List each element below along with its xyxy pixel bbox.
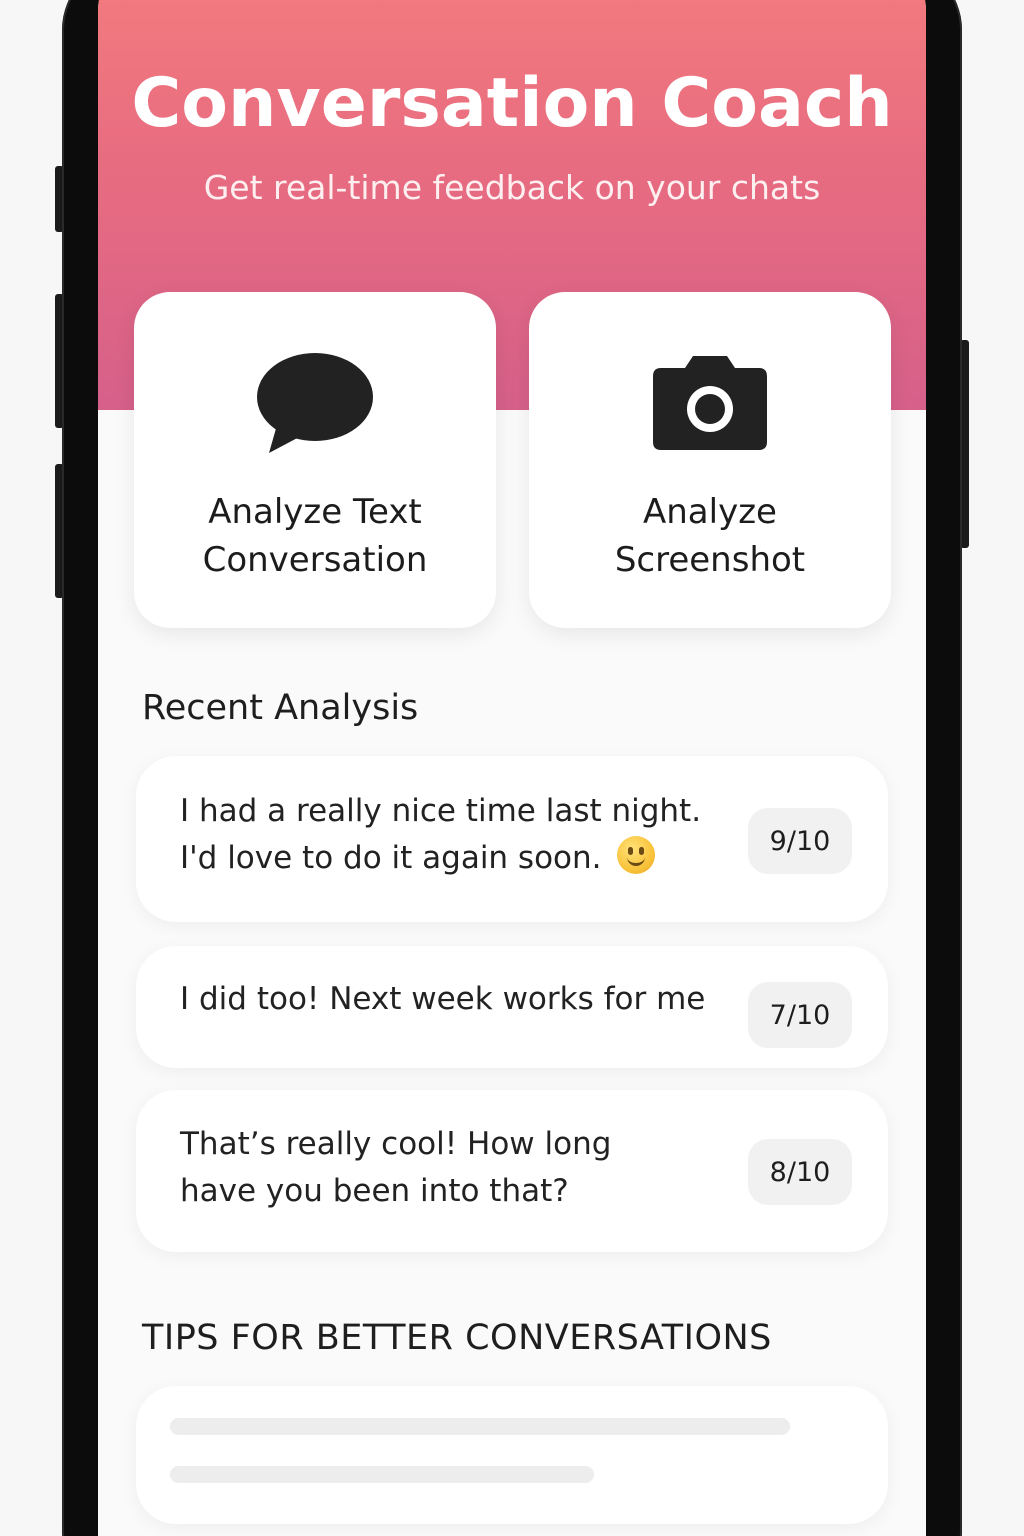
score-badge: 7/10 bbox=[748, 982, 852, 1048]
analyze-screenshot-label: Analyze Screenshot bbox=[614, 492, 806, 580]
recent-analysis-title: Recent Analysis bbox=[142, 688, 419, 728]
smiley-emoji-icon bbox=[617, 836, 656, 874]
analysis-item[interactable]: I did too! Next week works for me 7/10 bbox=[136, 946, 888, 1068]
app-screen: Conversation Coach Get real-time feedbac… bbox=[98, 0, 926, 1536]
app-title: Conversation Coach bbox=[131, 64, 893, 143]
tips-card[interactable] bbox=[136, 1386, 888, 1524]
analysis-message-line: I did too! Next week works for me bbox=[180, 981, 706, 1017]
score-badge: 8/10 bbox=[748, 1139, 852, 1205]
app-stage: Conversation Coach Get real-time feedbac… bbox=[0, 0, 1024, 1536]
tips-title: TIPS FOR BETTER CONVERSATIONS bbox=[142, 1318, 772, 1358]
tip-placeholder-line bbox=[170, 1418, 790, 1435]
analyze-screenshot-button[interactable]: Analyze Screenshot bbox=[529, 292, 891, 628]
analysis-message-line: That’s really cool! How long bbox=[180, 1126, 612, 1162]
analysis-message: I had a really nice time last night. I'd… bbox=[180, 788, 720, 882]
analysis-message: I did too! Next week works for me bbox=[180, 976, 760, 1023]
chat-bubble-icon bbox=[134, 348, 496, 458]
tip-placeholder-line bbox=[170, 1466, 594, 1483]
camera-icon bbox=[529, 348, 891, 458]
analysis-message-line: I had a really nice time last night. bbox=[180, 793, 702, 829]
analysis-message: That’s really cool! How long have you be… bbox=[180, 1121, 720, 1215]
analyze-text-button[interactable]: Analyze Text Conversation bbox=[134, 292, 496, 628]
analysis-item[interactable]: That’s really cool! How long have you be… bbox=[136, 1090, 888, 1252]
score-badge: 9/10 bbox=[748, 808, 852, 874]
analyze-text-label: Analyze Text Conversation bbox=[202, 492, 428, 580]
analysis-item[interactable]: I had a really nice time last night. I'd… bbox=[136, 756, 888, 922]
analysis-message-line: I'd love to do it again soon. bbox=[180, 840, 602, 876]
analysis-message-line: have you been into that? bbox=[180, 1173, 569, 1209]
app-subtitle: Get real-time feedback on your chats bbox=[203, 168, 821, 207]
